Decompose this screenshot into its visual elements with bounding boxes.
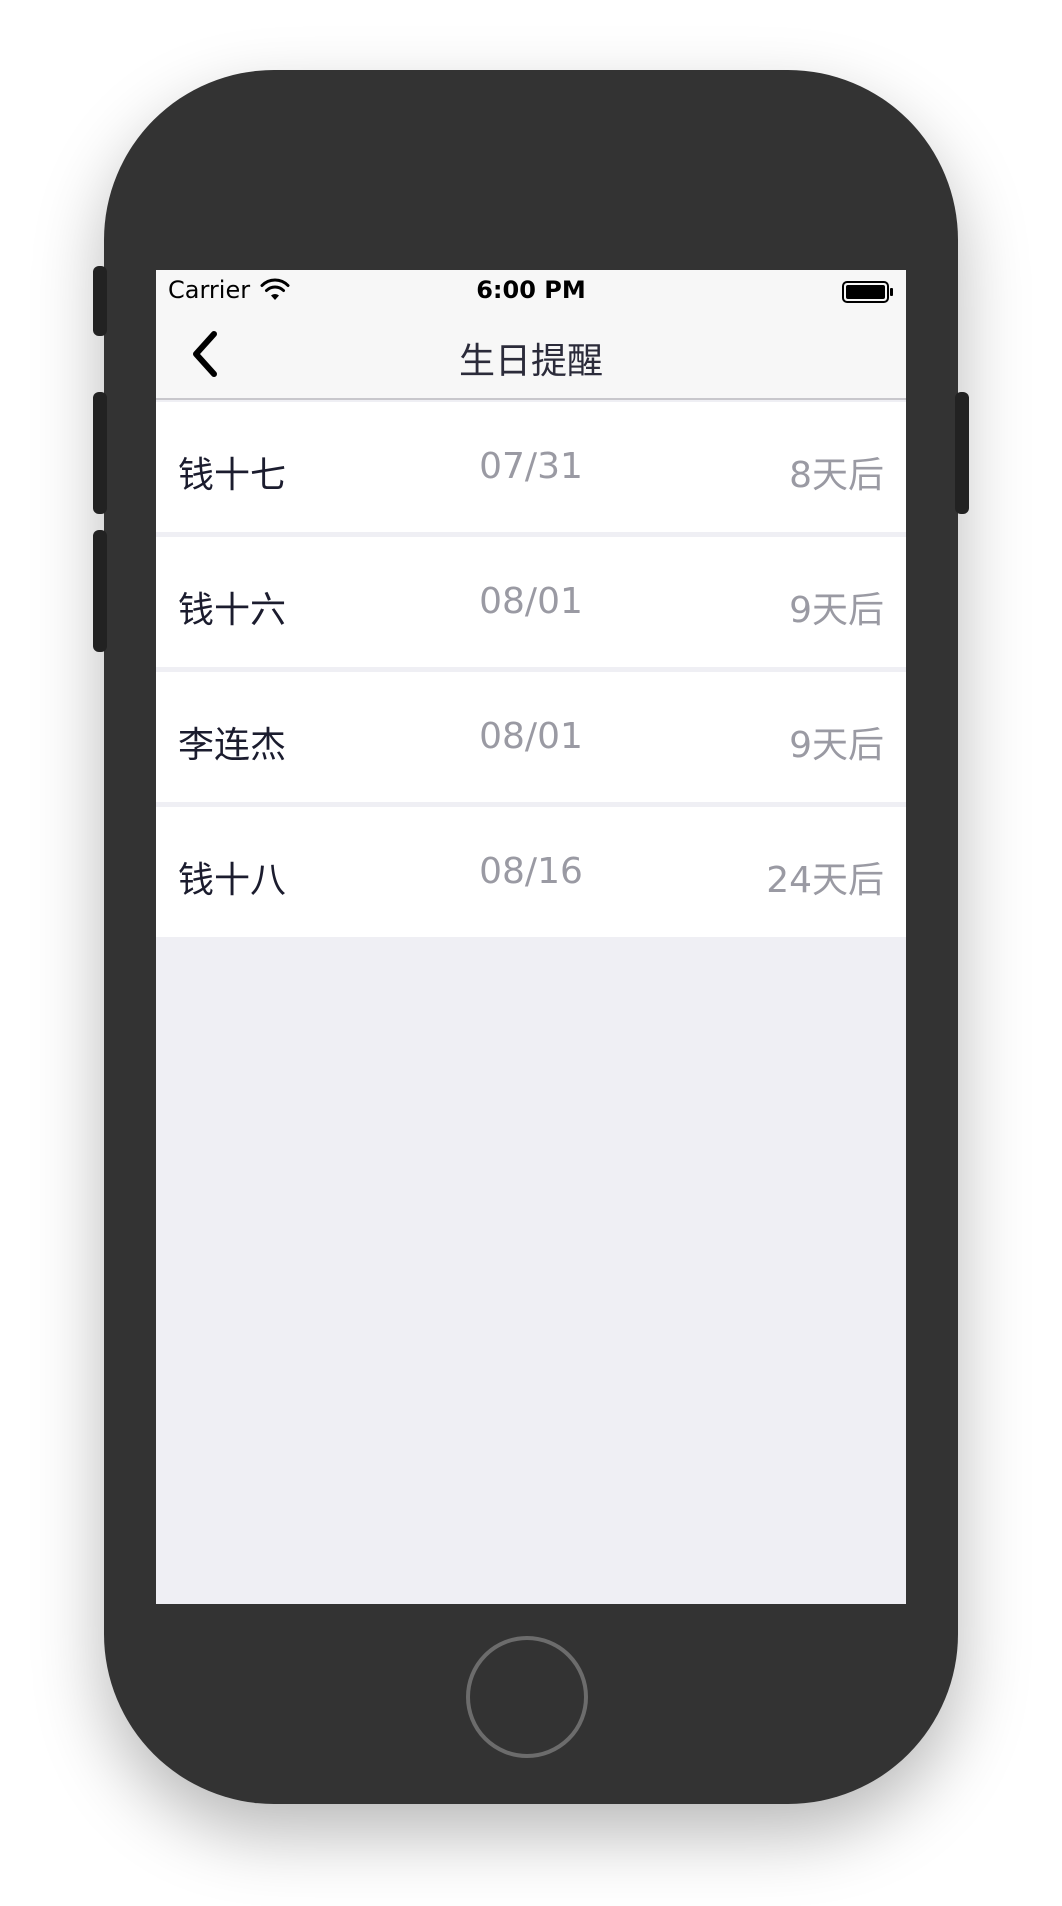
- days-until: 9天后: [789, 725, 884, 766]
- list-item[interactable]: 钱十六 08/01 9天后: [156, 537, 906, 667]
- power-button: [955, 392, 969, 514]
- birthday-list: 钱十七 07/31 8天后 钱十六 08/01 9天后 李连杰 08/01 9天…: [156, 402, 906, 942]
- screen: Carrier 6:00 PM 生日提醒 钱十七 07/31 8天后 钱十六 0…: [156, 270, 906, 1604]
- list-item[interactable]: 李连杰 08/01 9天后: [156, 672, 906, 802]
- silent-switch: [93, 266, 107, 336]
- page-title: 生日提醒: [458, 341, 603, 382]
- days-until: 8天后: [789, 455, 884, 496]
- status-bar: Carrier 6:00 PM: [156, 270, 906, 310]
- home-button[interactable]: [466, 1636, 588, 1758]
- status-time: 6:00 PM: [476, 276, 586, 304]
- battery-icon: [842, 281, 893, 303]
- days-until: 9天后: [789, 590, 884, 631]
- list-item[interactable]: 钱十七 07/31 8天后: [156, 402, 906, 532]
- list-item[interactable]: 钱十八 08/16 24天后: [156, 807, 906, 937]
- navigation-bar: 生日提醒: [156, 310, 906, 400]
- device-frame: Carrier 6:00 PM 生日提醒 钱十七 07/31 8天后 钱十六 0…: [0, 0, 1062, 1906]
- volume-up-button: [93, 392, 107, 514]
- volume-down-button: [93, 530, 107, 652]
- days-until: 24天后: [766, 860, 884, 901]
